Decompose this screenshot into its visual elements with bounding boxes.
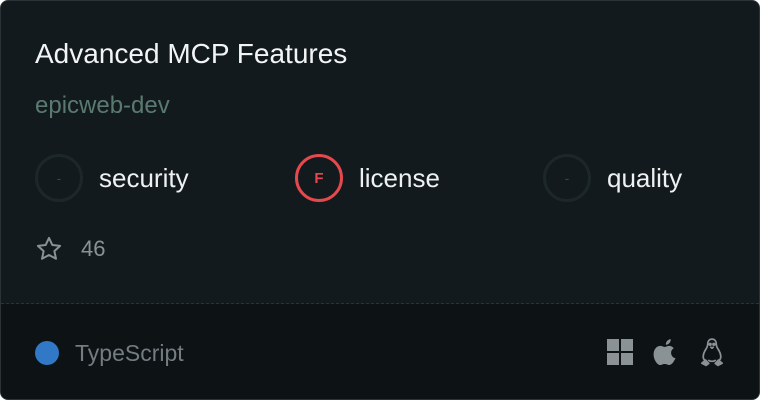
platform-list — [589, 336, 727, 368]
stars-count: 46 — [81, 236, 106, 261]
card-title[interactable]: Advanced MCP Features — [35, 36, 347, 72]
language-name: TypeScript — [75, 339, 184, 366]
card-footer: TypeScript — [1, 304, 759, 399]
quality-label: quality — [607, 162, 683, 193]
stars-count-group: 46 — [35, 233, 105, 265]
windows-icon — [605, 337, 635, 367]
star-outline-icon — [35, 235, 63, 263]
linux-icon — [697, 337, 727, 367]
owner-name[interactable]: epicweb-dev — [35, 90, 170, 122]
apple-icon — [651, 337, 681, 367]
score-quality[interactable]: - quality — [543, 154, 682, 202]
score-license[interactable]: F license — [295, 154, 440, 202]
security-grade-circle: - — [35, 154, 83, 202]
card-body: Advanced MCP Features epicweb-dev - secu… — [1, 1, 759, 303]
license-grade-circle: F — [295, 154, 343, 202]
server-card[interactable]: Advanced MCP Features epicweb-dev - secu… — [0, 0, 760, 400]
quality-grade-circle: - — [543, 154, 591, 202]
score-security[interactable]: - security — [35, 154, 189, 202]
language-indicator: TypeScript — [35, 339, 184, 367]
language-color-dot — [35, 341, 59, 365]
security-label: security — [99, 162, 189, 193]
license-label: license — [359, 162, 440, 193]
